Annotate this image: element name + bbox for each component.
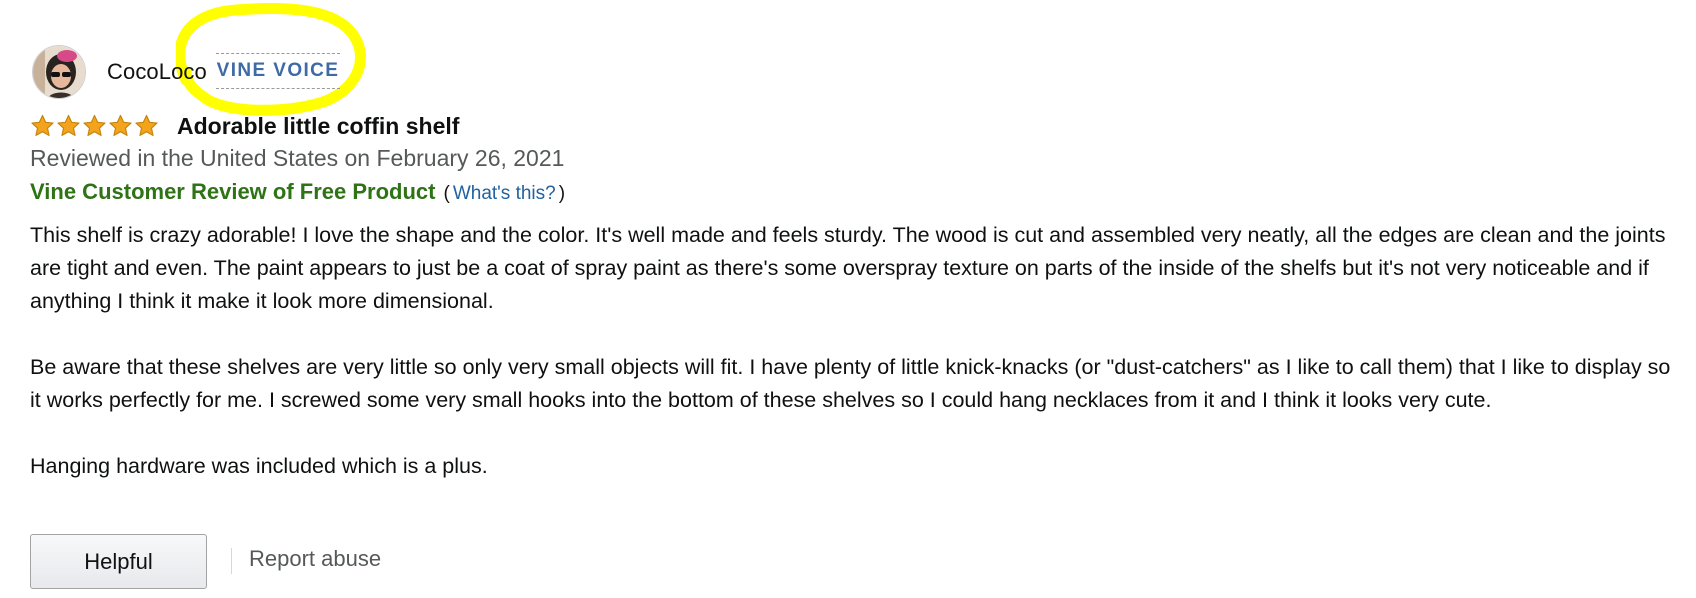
avatar[interactable]	[32, 45, 86, 99]
star-icon	[83, 114, 106, 136]
star-icon	[109, 114, 132, 136]
vine-review-note: Vine Customer Review of Free Product ( W…	[30, 179, 565, 205]
review-paragraph: Be aware that these shelves are very lit…	[30, 355, 1671, 412]
review-paragraph: Hanging hardware was included which is a…	[30, 454, 488, 478]
review-title[interactable]: Adorable little coffin shelf	[177, 113, 459, 140]
review-body: This shelf is crazy adorable! I love the…	[30, 219, 1680, 483]
star-rating[interactable]	[30, 114, 159, 138]
customer-review: CocoLoco VINE VOICE Adorable little coff…	[0, 0, 1696, 598]
report-abuse-link[interactable]: Report abuse	[249, 546, 381, 572]
helpful-button[interactable]: Helpful	[30, 534, 207, 589]
divider	[231, 548, 232, 574]
review-date: Reviewed in the United States on Februar…	[30, 145, 565, 171]
reviewer-avatar-icon	[33, 46, 85, 98]
vine-review-label: Vine Customer Review of Free Product	[30, 179, 436, 204]
reviewer-profile[interactable]: CocoLoco	[32, 45, 207, 99]
review-paragraph: This shelf is crazy adorable! I love the…	[30, 223, 1666, 313]
review-title-row: Adorable little coffin shelf	[30, 110, 459, 142]
vine-voice-badge[interactable]: VINE VOICE	[216, 53, 340, 89]
whats-this-link[interactable]: What's this?	[453, 183, 556, 205]
star-icon	[31, 114, 54, 136]
open-paren: (	[443, 183, 450, 204]
reviewer-name[interactable]: CocoLoco	[107, 59, 207, 85]
star-icon	[57, 114, 80, 136]
star-icon	[135, 114, 158, 136]
close-paren: )	[558, 183, 566, 204]
